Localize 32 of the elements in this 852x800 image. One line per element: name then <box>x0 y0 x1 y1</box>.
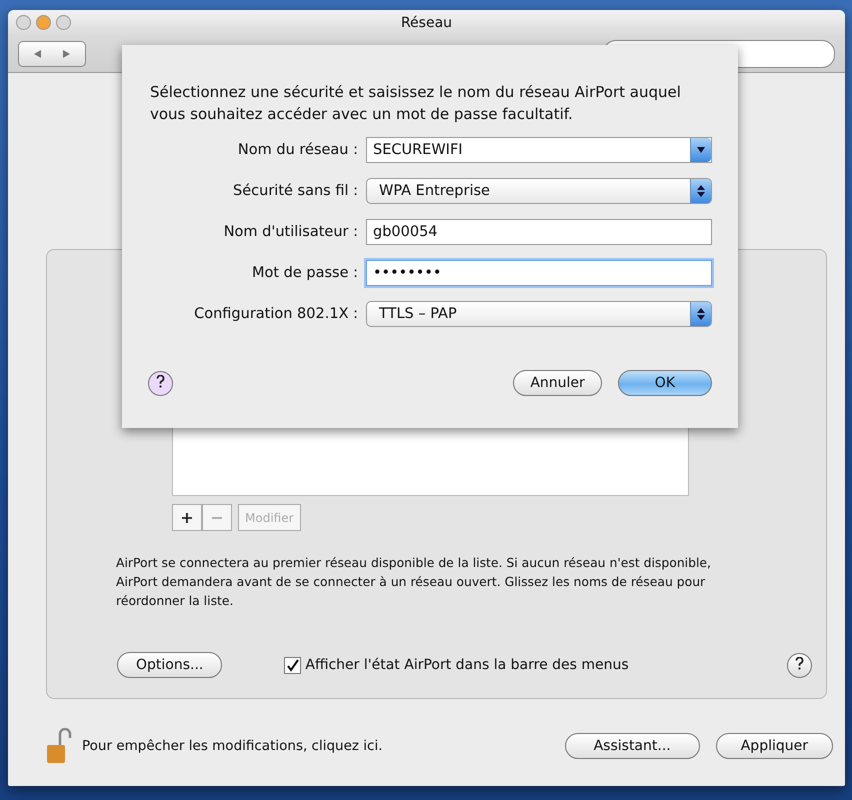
padlock-icon[interactable] <box>46 728 72 764</box>
question-mark-icon <box>795 656 804 670</box>
apply-button[interactable]: Appliquer <box>716 733 833 759</box>
stepper-arrows-icon[interactable] <box>690 179 711 203</box>
input-field[interactable]: •••••••• <box>366 260 712 286</box>
lock-hint: Pour empêcher les modifications, cliquez ici. <box>82 738 383 754</box>
stepper-arrows-icon[interactable] <box>690 302 711 326</box>
popup-menu[interactable]: TTLS – PAP <box>366 301 712 327</box>
question-mark-icon <box>156 374 165 388</box>
checkbox[interactable] <box>284 656 302 674</box>
options-button[interactable]: Options... <box>117 652 222 678</box>
window-title: Réseau <box>400 15 452 31</box>
sheet-message: Sélectionnez une sécurité et saisissez le nom du réseau AirPort auquel vous souhaitez accéder avec un mot de passe facultatif. <box>150 82 682 125</box>
help-button[interactable] <box>148 370 173 396</box>
field-label: Nom du réseau : <box>236 142 358 158</box>
field-label: Configuration 802.1X : <box>193 306 358 322</box>
assistant-button[interactable]: Assistant... <box>564 733 700 759</box>
ok-button[interactable]: OK <box>618 370 712 396</box>
add-button[interactable]: + <box>172 504 202 531</box>
checkbox-label: Afficher l'état AirPort dans la barre des menus <box>305 657 629 673</box>
checkmark-icon <box>286 658 300 672</box>
back-forward-button[interactable] <box>18 41 86 67</box>
info-paragraph: AirPort se connectera au premier réseau disponible de la liste. Si aucun réseau n'est disponible, AirPort demandera avant de se connecter à un réseau ouvert. Glissez les noms de réseau pour réordonner la liste. <box>116 554 712 610</box>
help-button[interactable] <box>787 652 812 678</box>
input-field[interactable]: gb00054 <box>366 219 712 245</box>
cancel-button[interactable]: Annuler <box>513 370 602 396</box>
input-field[interactable]: SECUREWIFI <box>366 137 712 163</box>
field-label: Sécurité sans fil : <box>232 183 358 199</box>
popup-menu[interactable]: WPA Entreprise <box>366 178 712 204</box>
field-label: Nom d'utilisateur : <box>222 224 358 240</box>
back-forward-arrows-icon <box>32 49 72 59</box>
field-label: Mot de passe : <box>250 265 358 281</box>
